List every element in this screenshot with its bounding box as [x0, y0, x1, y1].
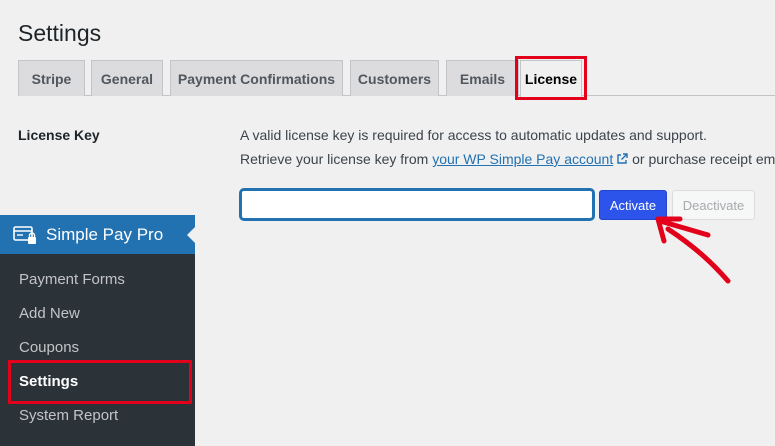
- tab-license[interactable]: License: [520, 60, 582, 97]
- retrieve-suffix: or purchase receipt em: [628, 151, 775, 167]
- sidebar-item-system-report[interactable]: System Report: [0, 398, 195, 432]
- license-key-label: License Key: [18, 127, 100, 143]
- page-title: Settings: [18, 20, 102, 46]
- sidebar-plugin-header[interactable]: Simple Pay Pro: [0, 215, 195, 254]
- sidebar-plugin-title: Simple Pay Pro: [46, 224, 164, 244]
- sidebar-item-add-new[interactable]: Add New: [0, 296, 195, 330]
- tab-payment-confirmations[interactable]: Payment Confirmations: [170, 60, 343, 96]
- wp-simple-pay-account-link[interactable]: your WP Simple Pay account: [432, 151, 613, 167]
- sidebar-item-payment-forms[interactable]: Payment Forms: [0, 262, 195, 296]
- tab-emails[interactable]: Emails: [446, 60, 519, 96]
- license-description: A valid license key is required for acce…: [240, 127, 707, 143]
- tab-general[interactable]: General: [91, 60, 163, 96]
- sidebar-submenu: Payment Forms Add New Coupons Settings S…: [0, 254, 195, 446]
- settings-tabs: Stripe General Payment Confirmations Cus…: [18, 60, 775, 97]
- license-key-input[interactable]: [240, 189, 594, 220]
- sidebar-item-coupons[interactable]: Coupons: [0, 330, 195, 364]
- tab-customers[interactable]: Customers: [350, 60, 439, 96]
- license-retrieve-text: Retrieve your license key from your WP S…: [240, 151, 775, 167]
- tab-stripe[interactable]: Stripe: [18, 60, 85, 96]
- admin-sidebar: Simple Pay Pro Payment Forms Add New Cou…: [0, 215, 195, 446]
- sidebar-active-notch: [187, 227, 195, 243]
- retrieve-prefix: Retrieve your license key from: [240, 151, 433, 167]
- external-link-icon: [617, 153, 628, 164]
- simple-pay-card-lock-icon: [13, 225, 36, 244]
- annotation-arrow-icon: [655, 216, 731, 284]
- sidebar-item-settings[interactable]: Settings: [0, 364, 195, 398]
